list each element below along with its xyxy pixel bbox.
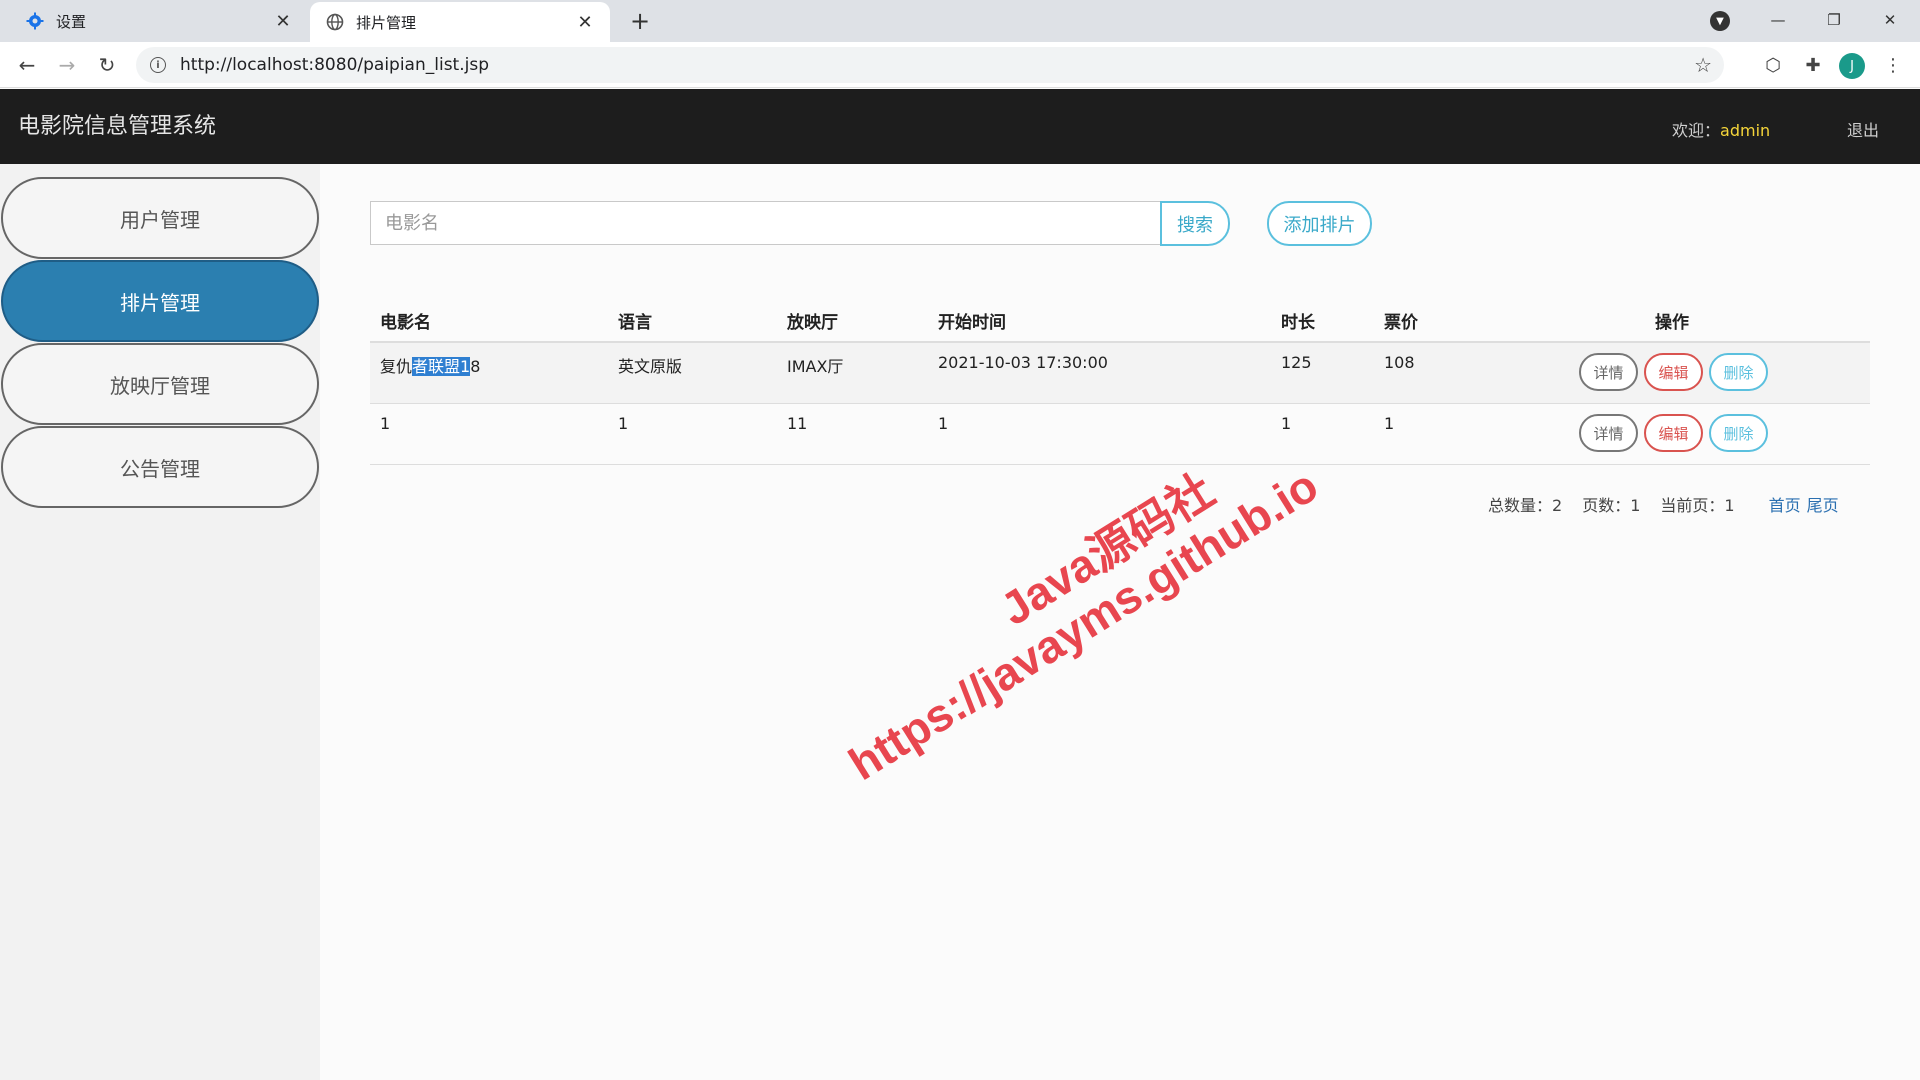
last-page-link[interactable]: 尾页 (1807, 492, 1839, 516)
price-cell: 108 (1384, 353, 1415, 372)
sidebar-item-notices[interactable]: 公告管理 (1, 426, 319, 508)
search-button[interactable]: 搜索 (1160, 201, 1230, 246)
duration-cell: 1 (1281, 414, 1292, 433)
minimize-icon[interactable]: — (1755, 0, 1801, 40)
browser-tabstrip: 设置 ✕ 排片管理 ✕ + ▼ — ❐ ✕ (0, 0, 1920, 42)
duration-cell: 125 (1281, 353, 1312, 372)
extension-icon[interactable]: ⬡ (1758, 50, 1788, 80)
edit-button[interactable]: 编辑 (1644, 414, 1703, 452)
sidebar-item-schedule[interactable]: 排片管理 (1, 260, 319, 342)
bookmark-star-icon[interactable]: ☆ (1694, 53, 1712, 77)
add-schedule-button[interactable]: 添加排片 (1267, 201, 1372, 246)
globe-icon (326, 13, 344, 31)
sidebar-item-halls[interactable]: 放映厅管理 (1, 343, 319, 425)
welcome-text: 欢迎：admin (1672, 117, 1770, 141)
movie-name-cell: 1 (380, 414, 391, 433)
edit-button[interactable]: 编辑 (1644, 353, 1703, 391)
tab-title: 设置 (56, 12, 87, 31)
logout-link[interactable]: 退出 (1847, 117, 1879, 141)
new-tab-icon[interactable]: + (625, 6, 655, 36)
menu-icon[interactable]: ⋮ (1878, 50, 1908, 80)
text-selection: 者联盟1 (412, 357, 471, 376)
address-bar[interactable]: i http://localhost:8080/paipian_list.jsp… (136, 47, 1724, 83)
column-header: 时长 (1281, 313, 1315, 333)
close-icon[interactable]: ✕ (272, 10, 294, 32)
avatar[interactable]: J (1839, 53, 1865, 79)
column-header: 操作 (1655, 313, 1689, 333)
tab-title: 排片管理 (356, 13, 417, 32)
movie-name-cell: 复仇者联盟18 (380, 357, 481, 376)
gear-icon (26, 12, 44, 30)
close-icon[interactable]: ✕ (574, 11, 596, 33)
search-input[interactable] (370, 201, 1162, 245)
table-row: 复仇者联盟18 英文原版 IMAX厅 2021-10-03 17:30:00 1… (370, 343, 1870, 404)
restore-icon[interactable]: ❐ (1811, 0, 1857, 40)
total-count: 总数量：2 (1488, 496, 1563, 515)
info-icon[interactable]: i (150, 57, 166, 73)
watermark-line2: https://javayms.github.io (839, 458, 1327, 790)
price-cell: 1 (1384, 414, 1395, 433)
close-window-icon[interactable]: ✕ (1867, 0, 1913, 40)
welcome-label: 欢迎： (1672, 121, 1721, 140)
start-time-cell: 1 (938, 414, 949, 433)
pagination: 总数量：2 页数：1 当前页：1 首页 尾页 (1488, 492, 1845, 516)
tab-paipian[interactable]: 排片管理 ✕ (310, 2, 610, 42)
url-text: http://localhost:8080/paipian_list.jsp (180, 55, 489, 75)
first-page-link[interactable]: 首页 (1769, 492, 1801, 516)
username: admin (1720, 121, 1771, 140)
hall-cell: 11 (787, 414, 808, 433)
browser-toolbar: ← → ↻ i http://localhost:8080/paipian_li… (0, 42, 1920, 88)
forward-icon[interactable]: → (52, 50, 82, 80)
current-page: 当前页：1 (1660, 496, 1735, 515)
language-cell: 1 (618, 414, 629, 433)
back-icon[interactable]: ← (12, 50, 42, 80)
app-header: 电影院信息管理系统 欢迎：admin 退出 (0, 89, 1920, 164)
puzzle-icon[interactable]: ✚ (1798, 50, 1828, 80)
language-cell: 英文原版 (618, 357, 683, 376)
sidebar-item-users[interactable]: 用户管理 (1, 177, 319, 259)
column-header: 开始时间 (938, 313, 1006, 333)
column-header: 语言 (618, 313, 652, 333)
delete-button[interactable]: 删除 (1709, 414, 1768, 452)
table-header: 电影名 语言 放映厅 开始时间 时长 票价 操作 (370, 298, 1870, 343)
column-header: 票价 (1384, 313, 1418, 333)
hall-cell: IMAX厅 (787, 357, 844, 376)
reload-icon[interactable]: ↻ (92, 50, 122, 80)
schedule-table: 电影名 语言 放映厅 开始时间 时长 票价 操作 复仇者联盟18 英文原版 IM… (370, 298, 1870, 465)
table-row: 1 1 11 1 1 1 详情 编辑 删除 (370, 404, 1870, 465)
page-title: 电影院信息管理系统 (18, 114, 217, 139)
chevron-down-icon[interactable]: ▼ (1710, 11, 1730, 31)
tab-settings[interactable]: 设置 ✕ (0, 0, 308, 42)
column-header: 电影名 (380, 313, 431, 333)
delete-button[interactable]: 删除 (1709, 353, 1768, 391)
detail-button[interactable]: 详情 (1579, 414, 1638, 452)
column-header: 放映厅 (787, 313, 838, 333)
start-time-cell: 2021-10-03 17:30:00 (938, 353, 1108, 372)
detail-button[interactable]: 详情 (1579, 353, 1638, 391)
page-count: 页数：1 (1582, 496, 1641, 515)
sidebar: 用户管理 排片管理 放映厅管理 公告管理 (0, 164, 320, 1080)
